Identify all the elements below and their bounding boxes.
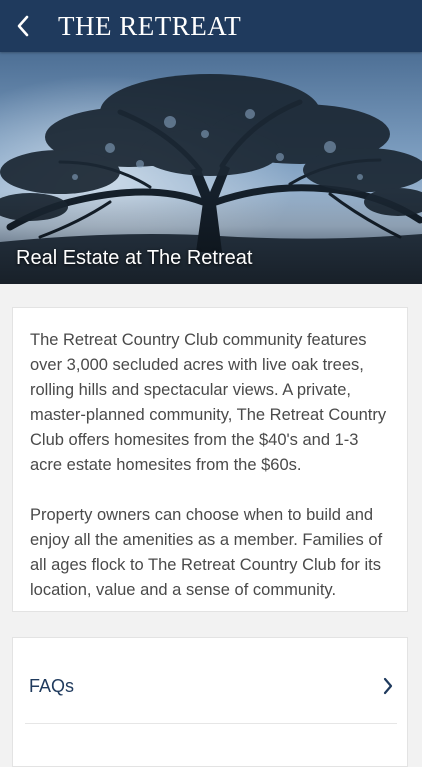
hero-banner: Real Estate at The Retreat	[0, 52, 422, 284]
navigation-bar: THE RETREAT	[0, 0, 422, 52]
back-button[interactable]	[8, 10, 38, 42]
description-paragraph: The Retreat Country Club community featu…	[30, 331, 387, 474]
chevron-right-icon	[383, 677, 393, 695]
description-card: The Retreat Country Club community featu…	[12, 307, 408, 612]
faqs-link[interactable]: FAQs	[25, 638, 397, 724]
links-card: FAQs	[12, 637, 408, 767]
hero-caption: Real Estate at The Retreat	[16, 247, 253, 269]
faqs-label: FAQs	[29, 676, 75, 696]
description-paragraph: Property owners can choose when to build…	[30, 506, 383, 599]
page-title: THE RETREAT	[58, 11, 242, 41]
chevron-left-icon	[17, 15, 29, 37]
